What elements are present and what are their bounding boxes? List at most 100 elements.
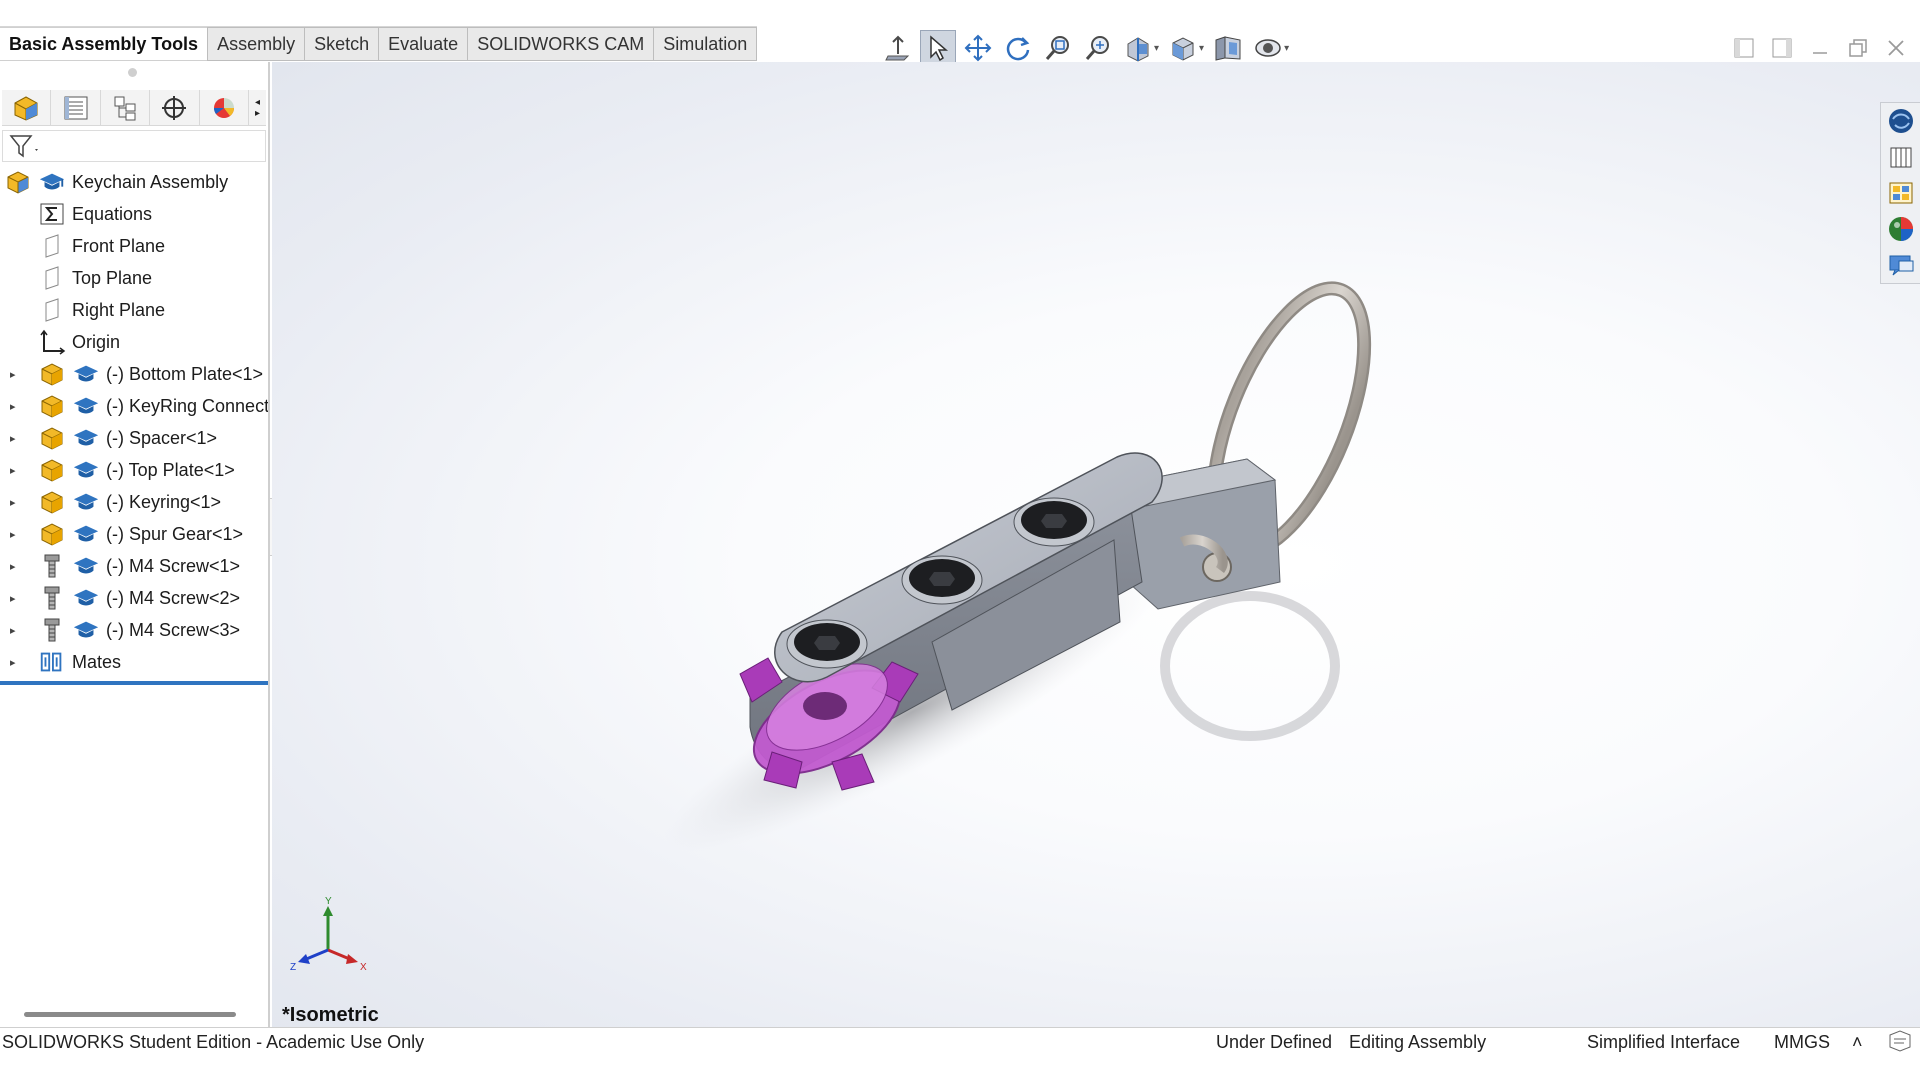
feature-manager-panel: ◂ ▸ Keychain Assembly Equations Front Pl… — [0, 62, 270, 1027]
tree-item-top-plane[interactable]: Top Plane — [0, 262, 268, 294]
section-view-icon[interactable] — [1120, 30, 1156, 66]
tree-item-label: (-) M4 Screw<3> — [106, 619, 241, 640]
tree-item-top-plate[interactable]: ▸ (-) Top Plate<1> — [0, 454, 268, 486]
tree-root-label: Keychain Assembly — [72, 171, 229, 192]
expand-arrow-icon[interactable]: ▸ — [10, 592, 20, 605]
select-icon[interactable] — [920, 30, 956, 66]
filter-icon[interactable] — [9, 133, 41, 159]
property-manager-icon[interactable] — [51, 90, 101, 126]
expand-arrow-icon[interactable]: ▸ — [10, 464, 20, 477]
restore-icon[interactable] — [1844, 30, 1872, 66]
expand-arrow-icon[interactable]: ▸ — [10, 400, 20, 413]
tile-left-icon[interactable] — [1730, 30, 1758, 66]
triad-x-label: X — [360, 962, 367, 973]
command-manager-tabs: Basic Assembly Tools Assembly Sketch Eva… — [0, 26, 758, 61]
display-style-icon[interactable] — [1210, 30, 1246, 66]
tree-item-label: Top Plane — [72, 267, 153, 288]
tree-item-keyring-connector[interactable]: ▸ (-) KeyRing Connector<1> — [0, 390, 268, 422]
expand-arrow-icon[interactable]: ▸ — [10, 624, 20, 637]
view-orientation-icon[interactable] — [1165, 30, 1201, 66]
tree-item-label: (-) Bottom Plate<1> — [106, 363, 264, 384]
tree-item-equations[interactable]: Equations — [0, 198, 268, 230]
normal-to-icon[interactable] — [880, 30, 916, 66]
display-manager-icon[interactable] — [200, 90, 249, 126]
close-icon[interactable] — [1882, 30, 1910, 66]
solidworks-resources-icon[interactable] — [1885, 105, 1917, 137]
tree-item-label: (-) Keyring<1> — [106, 491, 222, 512]
mates-icon — [38, 648, 66, 676]
minimize-icon[interactable] — [1806, 30, 1834, 66]
tree-item-keyring[interactable]: ▸ (-) Keyring<1> — [0, 486, 268, 518]
student-edition-cap-icon — [72, 552, 100, 580]
more-tabs-arrows-icon[interactable]: ◂ ▸ — [249, 90, 266, 126]
rollback-bar[interactable] — [0, 681, 268, 685]
tree-item-origin[interactable]: Origin — [0, 326, 268, 358]
student-edition-cap-icon — [72, 616, 100, 644]
view-orientation-label: *Isometric — [282, 1004, 379, 1026]
view-orientation-dropdown-icon[interactable]: ▾ — [1199, 43, 1204, 54]
unit-system-button[interactable]: MMGS — [1774, 1032, 1830, 1053]
pan-icon[interactable] — [960, 30, 996, 66]
configuration-manager-icon[interactable] — [101, 90, 151, 126]
tree-item-label: (-) Spacer<1> — [106, 427, 218, 448]
expand-arrow-icon[interactable]: ▸ — [10, 496, 20, 509]
tree-item-spacer[interactable]: ▸ (-) Spacer<1> — [0, 422, 268, 454]
design-library-icon[interactable] — [1885, 141, 1917, 173]
expand-arrow-icon[interactable]: ▸ — [10, 656, 20, 669]
tree-item-m4-screw-2[interactable]: ▸ (-) M4 Screw<2> — [0, 582, 268, 614]
tree-item-mates[interactable]: ▸ Mates — [0, 646, 268, 678]
screw-icon — [38, 552, 66, 580]
horizontal-scrollbar[interactable] — [24, 1012, 236, 1017]
part-icon — [38, 424, 66, 452]
interface-mode-button[interactable]: Simplified Interface — [1587, 1032, 1740, 1053]
tree-item-m4-screw-3[interactable]: ▸ (-) M4 Screw<3> — [0, 614, 268, 646]
window-controls — [1730, 30, 1910, 66]
expand-arrow-icon[interactable]: ▸ — [10, 560, 20, 573]
part-icon — [38, 360, 66, 388]
panel-grip[interactable] — [128, 68, 137, 77]
tab-assembly[interactable]: Assembly — [207, 27, 306, 61]
assembly-icon — [4, 168, 32, 196]
appearances-icon[interactable] — [1885, 213, 1917, 245]
tab-evaluate[interactable]: Evaluate — [378, 27, 469, 61]
task-pane — [1880, 102, 1920, 284]
definition-status: Under Defined — [1216, 1032, 1333, 1052]
zoom-to-fit-icon[interactable] — [1040, 30, 1076, 66]
tree-item-spur-gear[interactable]: ▸ (-) Spur Gear<1> — [0, 518, 268, 550]
screw-icon — [38, 616, 66, 644]
tab-solidworks-cam[interactable]: SOLIDWORKS CAM — [467, 27, 655, 61]
tree-filter[interactable] — [2, 130, 266, 162]
section-view-dropdown-icon[interactable]: ▾ — [1154, 43, 1159, 54]
feature-manager-tree-icon[interactable] — [2, 90, 52, 126]
tree-item-right-plane[interactable]: Right Plane — [0, 294, 268, 326]
tree-item-m4-screw-1[interactable]: ▸ (-) M4 Screw<1> — [0, 550, 268, 582]
dimxpert-manager-icon[interactable] — [150, 90, 200, 126]
tab-simulation[interactable]: Simulation — [653, 27, 758, 61]
status-bar: SOLIDWORKS Student Edition - Academic Us… — [0, 1027, 1920, 1055]
expand-arrow-icon[interactable]: ▸ — [10, 528, 20, 541]
tree-item-label: (-) M4 Screw<1> — [106, 555, 241, 576]
triad-y-label: Y — [325, 896, 332, 907]
tree-root-assembly[interactable]: Keychain Assembly — [0, 166, 268, 198]
custom-properties-icon[interactable] — [1885, 249, 1917, 281]
view-palette-icon[interactable] — [1885, 177, 1917, 209]
equations-icon — [38, 200, 66, 228]
expand-arrow-icon[interactable]: ▸ — [10, 368, 20, 381]
unit-system-dropdown-icon[interactable]: ˄ — [1852, 1032, 1863, 1053]
quick-tips-icon[interactable] — [1886, 1029, 1914, 1058]
tab-sketch[interactable]: Sketch — [304, 27, 380, 61]
expand-arrow-icon[interactable]: ▸ — [10, 432, 20, 445]
tree-item-front-plane[interactable]: Front Plane — [0, 230, 268, 262]
tile-right-icon[interactable] — [1768, 30, 1796, 66]
tree-item-bottom-plate[interactable]: ▸ (-) Bottom Plate<1> — [0, 358, 268, 390]
tree-item-label: (-) M4 Screw<2> — [106, 587, 241, 608]
graphics-area[interactable]: Y X Z *Isometric — [272, 62, 1920, 1027]
hide-show-dropdown-icon[interactable]: ▾ — [1284, 43, 1289, 54]
zoom-to-area-icon[interactable] — [1080, 30, 1116, 66]
keychain-assembly-model[interactable] — [272, 62, 1920, 1027]
rotate-icon[interactable] — [1000, 30, 1036, 66]
hide-show-items-icon[interactable] — [1250, 30, 1286, 66]
tab-basic-assembly-tools[interactable]: Basic Assembly Tools — [0, 27, 209, 61]
solidworks-window: Basic Assembly Tools Assembly Sketch Eva… — [0, 0, 1920, 1080]
feature-manager-tab-bar: ◂ ▸ — [2, 90, 266, 126]
